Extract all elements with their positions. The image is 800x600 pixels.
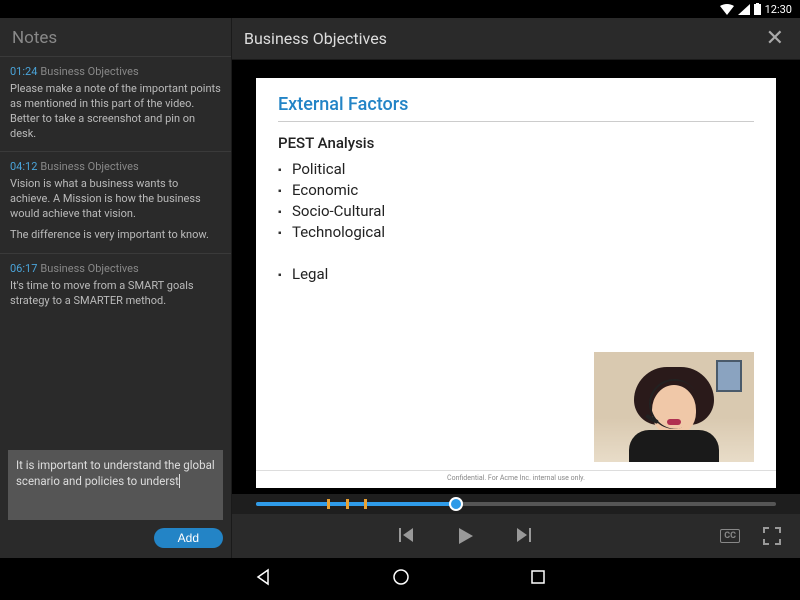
note-item[interactable]: 06:17Business Objectives It's time to mo… — [0, 253, 231, 319]
slide: External Factors PEST Analysis Political… — [256, 78, 776, 488]
notes-list[interactable]: 01:24Business Objectives Please make a n… — [0, 56, 231, 442]
note-item[interactable]: 04:12Business Objectives Vision is what … — [0, 151, 231, 252]
clock: 12:30 — [765, 3, 792, 16]
page-title: Business Objectives — [244, 29, 762, 48]
back-icon[interactable] — [254, 568, 272, 590]
note-timestamp[interactable]: 04:12 — [10, 160, 37, 173]
home-icon[interactable] — [392, 568, 410, 590]
notes-sidebar: Notes 01:24Business Objectives Please ma… — [0, 18, 232, 558]
list-item: Economic — [278, 181, 754, 199]
slide-bullets: Political Economic Socio-Cultural Techno… — [278, 160, 754, 283]
signal-icon — [738, 4, 750, 15]
close-icon[interactable]: ✕ — [762, 26, 788, 51]
recents-icon[interactable] — [530, 569, 546, 589]
list-item: Technological — [278, 223, 754, 241]
compose-area: It is important to understand the global… — [0, 442, 231, 558]
next-icon[interactable] — [515, 526, 533, 546]
note-body: Vision is what a business wants to achie… — [10, 177, 221, 242]
note-title: Business Objectives — [40, 65, 138, 78]
prev-icon[interactable] — [397, 526, 415, 546]
divider — [278, 121, 754, 122]
content-header: Business Objectives ✕ — [232, 18, 800, 60]
presenter-image — [594, 352, 754, 462]
wifi-icon — [720, 4, 734, 15]
note-timestamp[interactable]: 06:17 — [10, 262, 37, 275]
sidebar-title: Notes — [0, 18, 231, 56]
play-icon[interactable] — [455, 526, 475, 546]
list-item: Legal — [278, 265, 754, 283]
scrubber[interactable] — [232, 494, 800, 514]
list-item: Political — [278, 160, 754, 178]
list-spacer — [278, 244, 754, 262]
scrubber-thumb[interactable] — [449, 497, 463, 511]
scrubber-marker[interactable] — [346, 499, 349, 509]
battery-icon — [754, 3, 761, 15]
note-title: Business Objectives — [40, 262, 138, 275]
scrubber-marker[interactable] — [327, 499, 330, 509]
note-body: It's time to move from a SMART goals str… — [10, 279, 221, 309]
list-item: Socio-Cultural — [278, 202, 754, 220]
note-input[interactable]: It is important to understand the global… — [8, 450, 223, 520]
main-content: Business Objectives ✕ External Factors P… — [232, 18, 800, 558]
video-area[interactable]: External Factors PEST Analysis Political… — [232, 60, 800, 494]
fullscreen-icon[interactable] — [762, 526, 782, 546]
note-title: Business Objectives — [40, 160, 138, 173]
playback-controls: CC — [232, 514, 800, 558]
slide-subtitle: PEST Analysis — [278, 134, 754, 152]
note-timestamp[interactable]: 01:24 — [10, 65, 37, 78]
note-item[interactable]: 01:24Business Objectives Please make a n… — [0, 56, 231, 151]
scrubber-played — [256, 502, 456, 506]
note-body: Please make a note of the important poin… — [10, 82, 221, 141]
scrubber-marker[interactable] — [364, 499, 367, 509]
android-navbar — [0, 558, 800, 600]
slide-title: External Factors — [278, 94, 754, 115]
android-status-bar: 12:30 — [0, 0, 800, 18]
slide-footer: Confidential. For Acme Inc. internal use… — [256, 470, 776, 482]
cc-button[interactable]: CC — [720, 529, 740, 543]
